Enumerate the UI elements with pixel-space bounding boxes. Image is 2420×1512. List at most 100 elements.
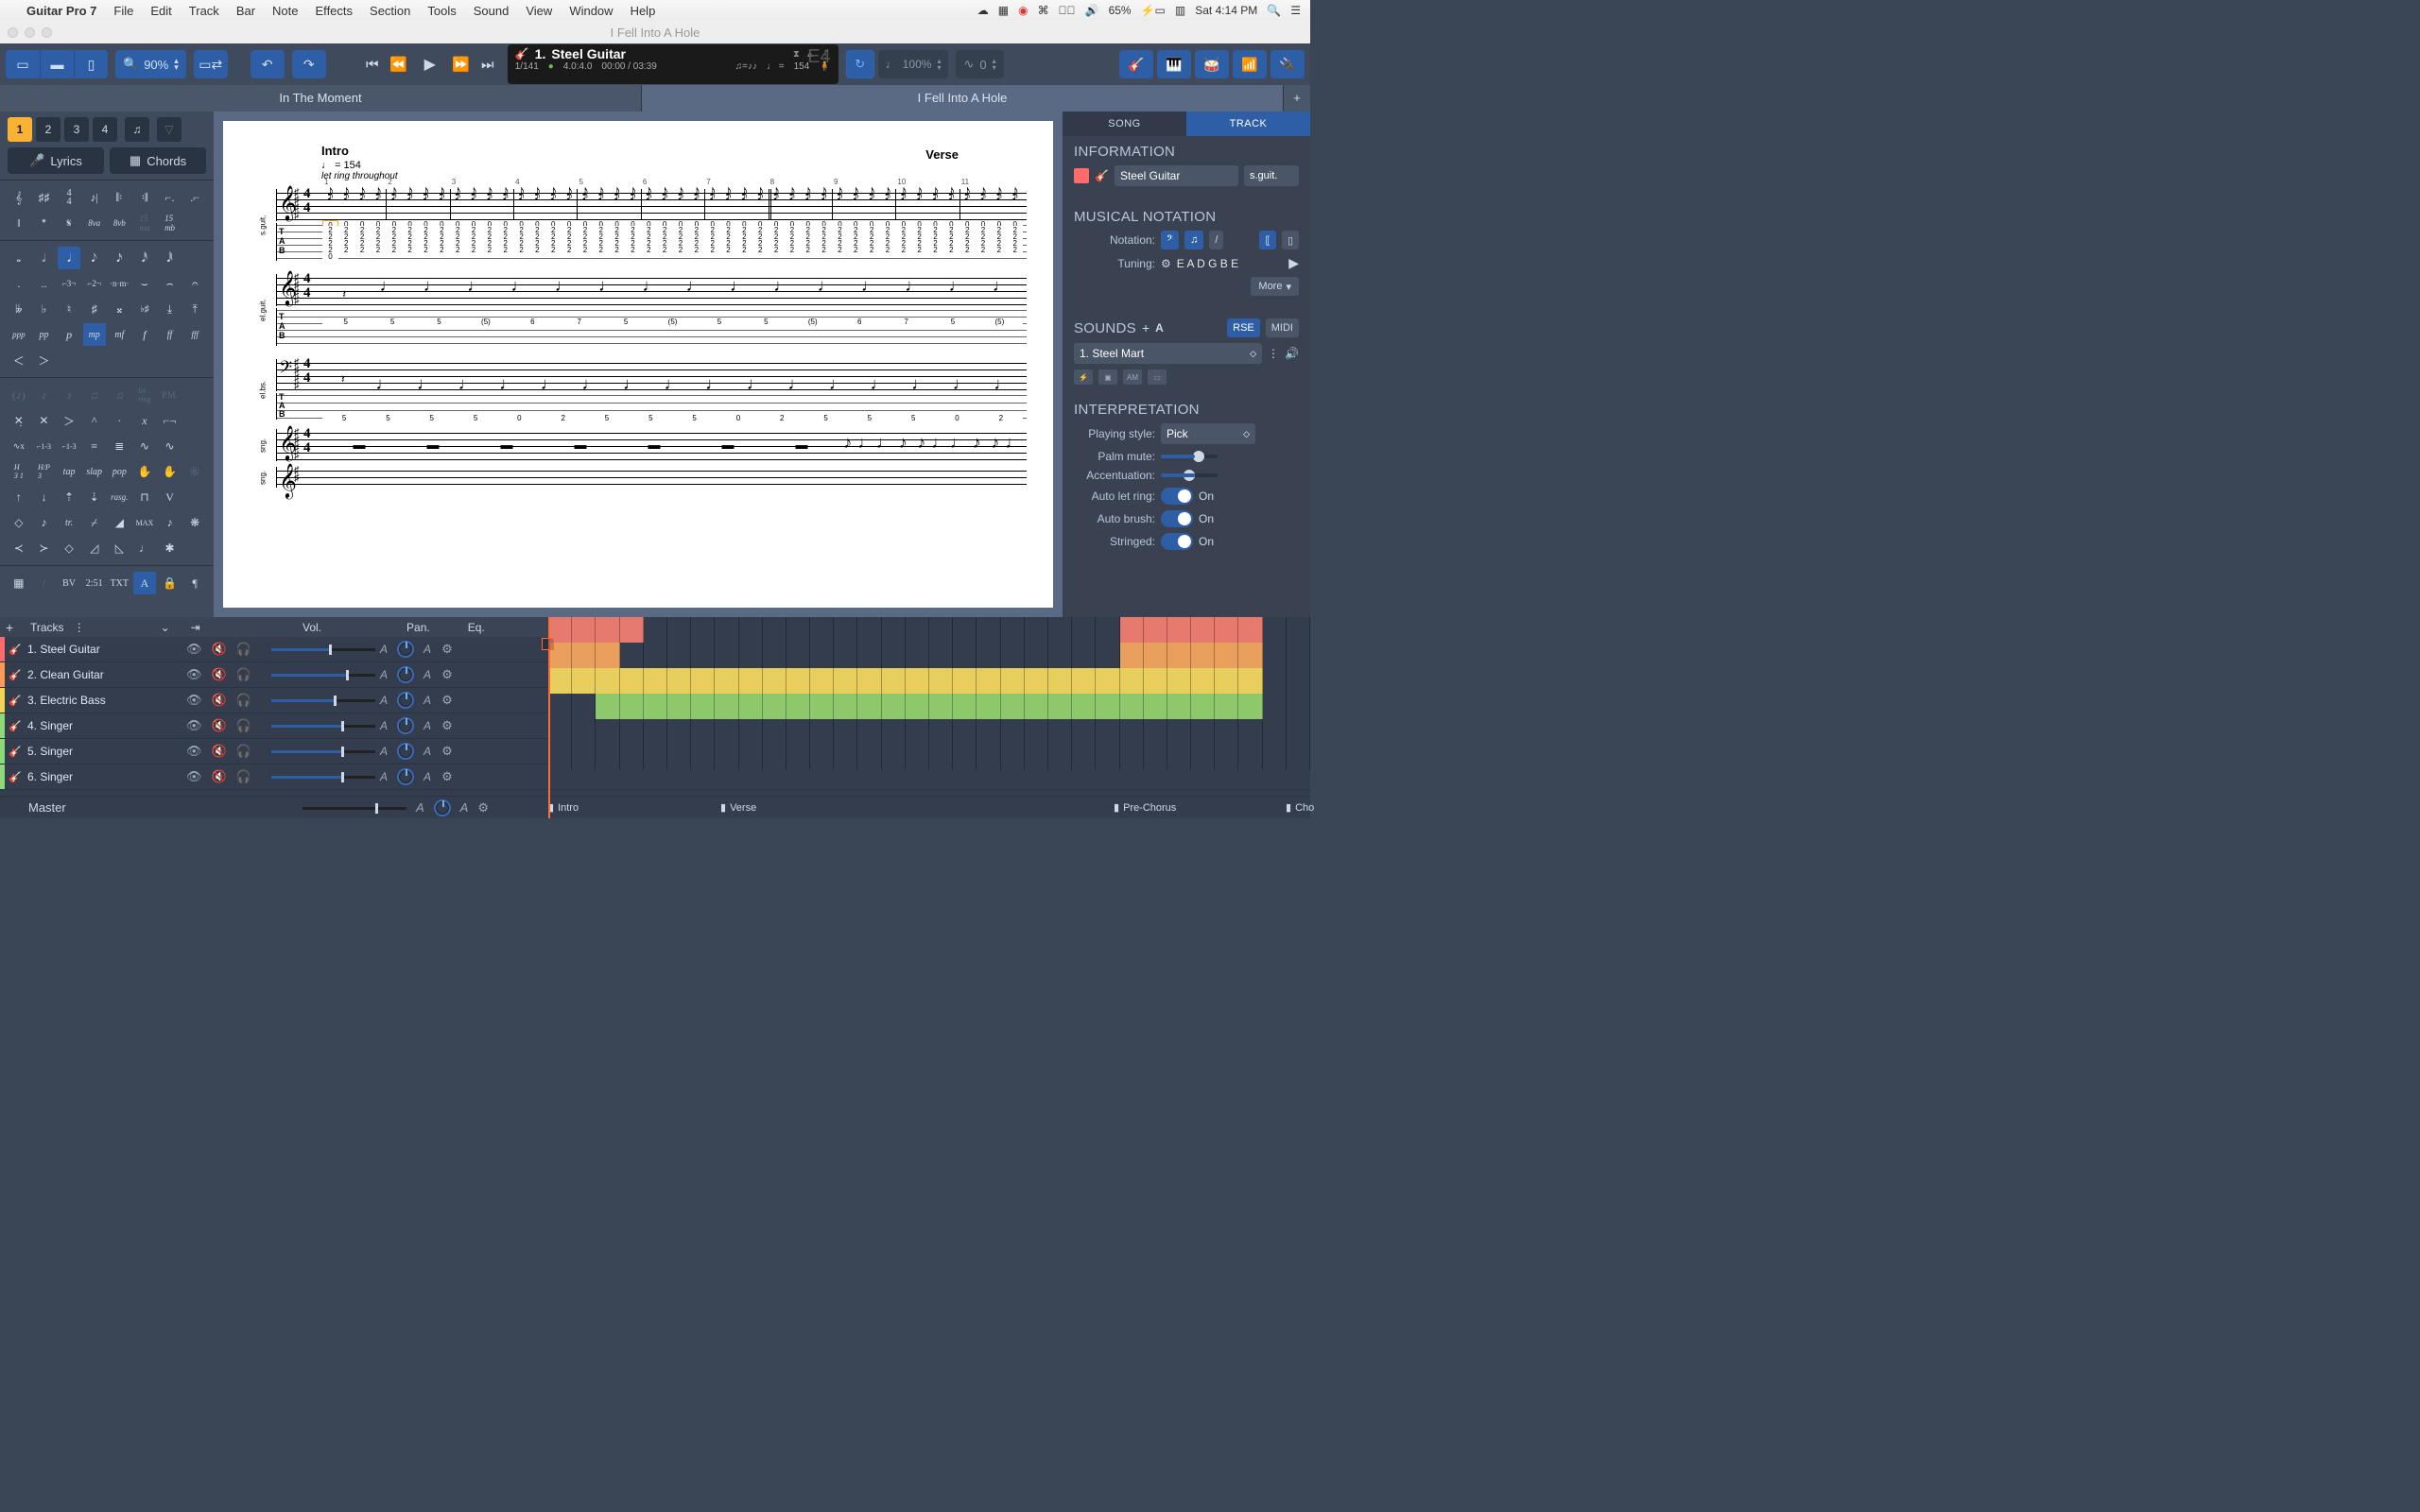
ntuplet-button[interactable]: ·n·m·	[109, 272, 131, 295]
go-end-button[interactable]: ⏭	[475, 52, 500, 77]
special-button[interactable]: ❋	[183, 511, 206, 534]
thirtysecond-note-button[interactable]: 𝅘𝅥𝅰	[133, 247, 156, 269]
undo-button[interactable]: ↶	[251, 50, 285, 78]
accentuation-slider[interactable]	[1161, 473, 1218, 477]
voice-2-button[interactable]: 2	[36, 117, 60, 142]
ppp-button[interactable]: ppp	[8, 323, 30, 346]
pedal-icon[interactable]: ▣	[1098, 369, 1117, 385]
tap-button[interactable]: tap	[58, 460, 80, 483]
playhead[interactable]	[548, 637, 550, 796]
volume-slider[interactable]	[271, 773, 375, 781]
add-sound-button[interactable]: +	[1142, 320, 1150, 335]
solo-icon[interactable]: 🎧	[236, 693, 251, 708]
display-options-button[interactable]: ▭⇄	[194, 50, 228, 78]
chords-button[interactable]: ▦ Chords	[110, 147, 206, 174]
hammerpull-button[interactable]: H/P3	[33, 460, 56, 483]
loop-button[interactable]: ↻	[846, 50, 874, 78]
menu-window[interactable]: Window	[569, 4, 613, 18]
plugin-button[interactable]: 🔌	[1270, 50, 1305, 78]
score-viewport[interactable]: Intro ♩ = 154 let ring throughout Verse …	[214, 112, 1063, 617]
cloud-icon[interactable]: ☁	[977, 4, 989, 17]
menu-edit[interactable]: Edit	[150, 4, 171, 18]
playing-style-select[interactable]: Pick◇	[1161, 423, 1255, 444]
sixteenth-note-button[interactable]: 𝅘𝅥𝅯	[109, 247, 131, 269]
dot-button[interactable]: .	[8, 272, 30, 295]
wavy-button[interactable]: ∿	[133, 435, 156, 457]
eq-button[interactable]: ⚙	[436, 667, 458, 682]
tab-staff-bass[interactable]: TAB 5555025550255502	[276, 393, 1027, 420]
bluetooth-icon[interactable]: ⌘	[1038, 4, 1049, 17]
visible-icon[interactable]: 👁	[186, 718, 202, 733]
sound-more-icon[interactable]: ⋮	[1268, 347, 1279, 360]
cab-icon[interactable]: ▭	[1148, 369, 1167, 385]
downstroke-button[interactable]: ↓	[33, 486, 56, 508]
eq-button[interactable]: ⚙	[436, 718, 458, 733]
menu-view[interactable]: View	[526, 4, 552, 18]
clock[interactable]: Sat 4:14 PM	[1195, 4, 1257, 17]
palm-mute-slider[interactable]	[1161, 455, 1218, 458]
half-note-button[interactable]: 𝅗𝅥	[33, 247, 56, 269]
view-page-button[interactable]: ▭	[6, 50, 40, 78]
menu-file[interactable]: File	[113, 4, 133, 18]
score-page[interactable]: Intro ♩ = 154 let ring throughout Verse …	[223, 121, 1053, 608]
whole-note-button[interactable]: 𝅝	[8, 247, 30, 269]
add-track-button[interactable]: +	[6, 620, 21, 635]
hand2-button[interactable]: ✋	[159, 460, 182, 483]
voice-1-button[interactable]: 1	[8, 117, 32, 142]
view-screen-button[interactable]: ▬	[40, 50, 74, 78]
tracks-more-icon[interactable]: ⋮	[74, 621, 85, 634]
volume-slider[interactable]	[271, 722, 375, 730]
crescendo-button[interactable]: ＜	[8, 349, 30, 371]
fade-out-button[interactable]: ◺	[109, 537, 131, 559]
staff-singer-1[interactable]: 𝄞 ♯♯♯♯ 44 ▬▬▬▬▬▬▬♪♩♩♪♪♩♩♪♪♩	[276, 429, 1027, 461]
ending-close-button[interactable]: ⌐.	[159, 186, 182, 209]
solo-icon[interactable]: 🎧	[236, 769, 251, 784]
grid-icon[interactable]: ▦	[998, 4, 1009, 17]
star-note-button[interactable]: ✱	[159, 537, 182, 559]
panel-in-icon[interactable]: ⇥	[191, 621, 200, 634]
visible-icon[interactable]: 👁	[186, 667, 202, 682]
pan-auto-button[interactable]: A	[419, 643, 436, 656]
add-tab-button[interactable]: +	[1284, 85, 1310, 112]
accent-button[interactable]: ＞	[58, 409, 80, 432]
trem2-button[interactable]: ≣	[109, 435, 131, 457]
menu-section[interactable]: Section	[370, 4, 410, 18]
flat-button[interactable]: ♭	[33, 298, 56, 320]
go-start-button[interactable]: ⏮	[360, 52, 385, 77]
solo-icon[interactable]: 🎧	[236, 642, 251, 657]
arpeggio-up-button[interactable]: ≻	[33, 537, 56, 559]
notation-tab-button[interactable]: ♫	[1184, 231, 1203, 249]
flat-sharp-button[interactable]: ♭♯	[133, 298, 156, 320]
battery-icon[interactable]: ⚡▭	[1141, 4, 1166, 17]
pick-up-button[interactable]: V	[159, 486, 182, 508]
transpose-control[interactable]: ∿ 0 ▴▾	[956, 50, 1003, 78]
tie-button[interactable]: ⌣	[133, 272, 156, 295]
menu-effects[interactable]: Effects	[316, 4, 354, 18]
mute-icon[interactable]: 🔇	[212, 693, 227, 708]
double-sharp-button[interactable]: 𝄪	[109, 298, 131, 320]
15ma-button[interactable]: 15ma	[133, 212, 156, 234]
collapse-icon[interactable]: ⌄	[161, 621, 170, 634]
fretboard-button[interactable]: 🎸	[1119, 50, 1153, 78]
gear-icon[interactable]: ⚙	[1161, 257, 1171, 270]
midi-button[interactable]: MIDI	[1266, 318, 1299, 337]
8va-button[interactable]: 8va	[83, 212, 106, 234]
view-vertical-button[interactable]: ▯	[74, 50, 108, 78]
eq-button[interactable]: ⚙	[436, 769, 458, 784]
shift-up-button[interactable]: ⤒	[183, 298, 206, 320]
more-button[interactable]: More ▾	[1251, 277, 1299, 296]
eq-button[interactable]: ⚙	[436, 744, 458, 759]
play-tuning-button[interactable]: ▶	[1288, 255, 1299, 271]
mute-icon[interactable]: 🔇	[212, 744, 227, 759]
eq-button[interactable]: ⚙	[436, 693, 458, 708]
app-name[interactable]: Guitar Pro 7	[26, 4, 96, 18]
sharp-button[interactable]: ♯	[83, 298, 106, 320]
menu-help[interactable]: Help	[631, 4, 656, 18]
repeat-open-button[interactable]: 𝄆	[109, 186, 131, 209]
staff-steel-guitar[interactable]: 𝄞 ♯♯♯♯ 44 1♪♪♪♪♪♪♪♪2♪♪♪♪♪♪♪♪3♪♪♪♪♪♪♪♪4♪♪…	[276, 189, 1027, 221]
diamond-button[interactable]: ◇	[58, 537, 80, 559]
anacrusis-button[interactable]: ♪|	[83, 186, 106, 209]
volume-slider[interactable]	[271, 671, 375, 679]
palm-mute-button[interactable]: P.M.	[159, 384, 182, 406]
tab-i-fell-into-a-hole[interactable]: I Fell Into A Hole	[642, 85, 1284, 112]
